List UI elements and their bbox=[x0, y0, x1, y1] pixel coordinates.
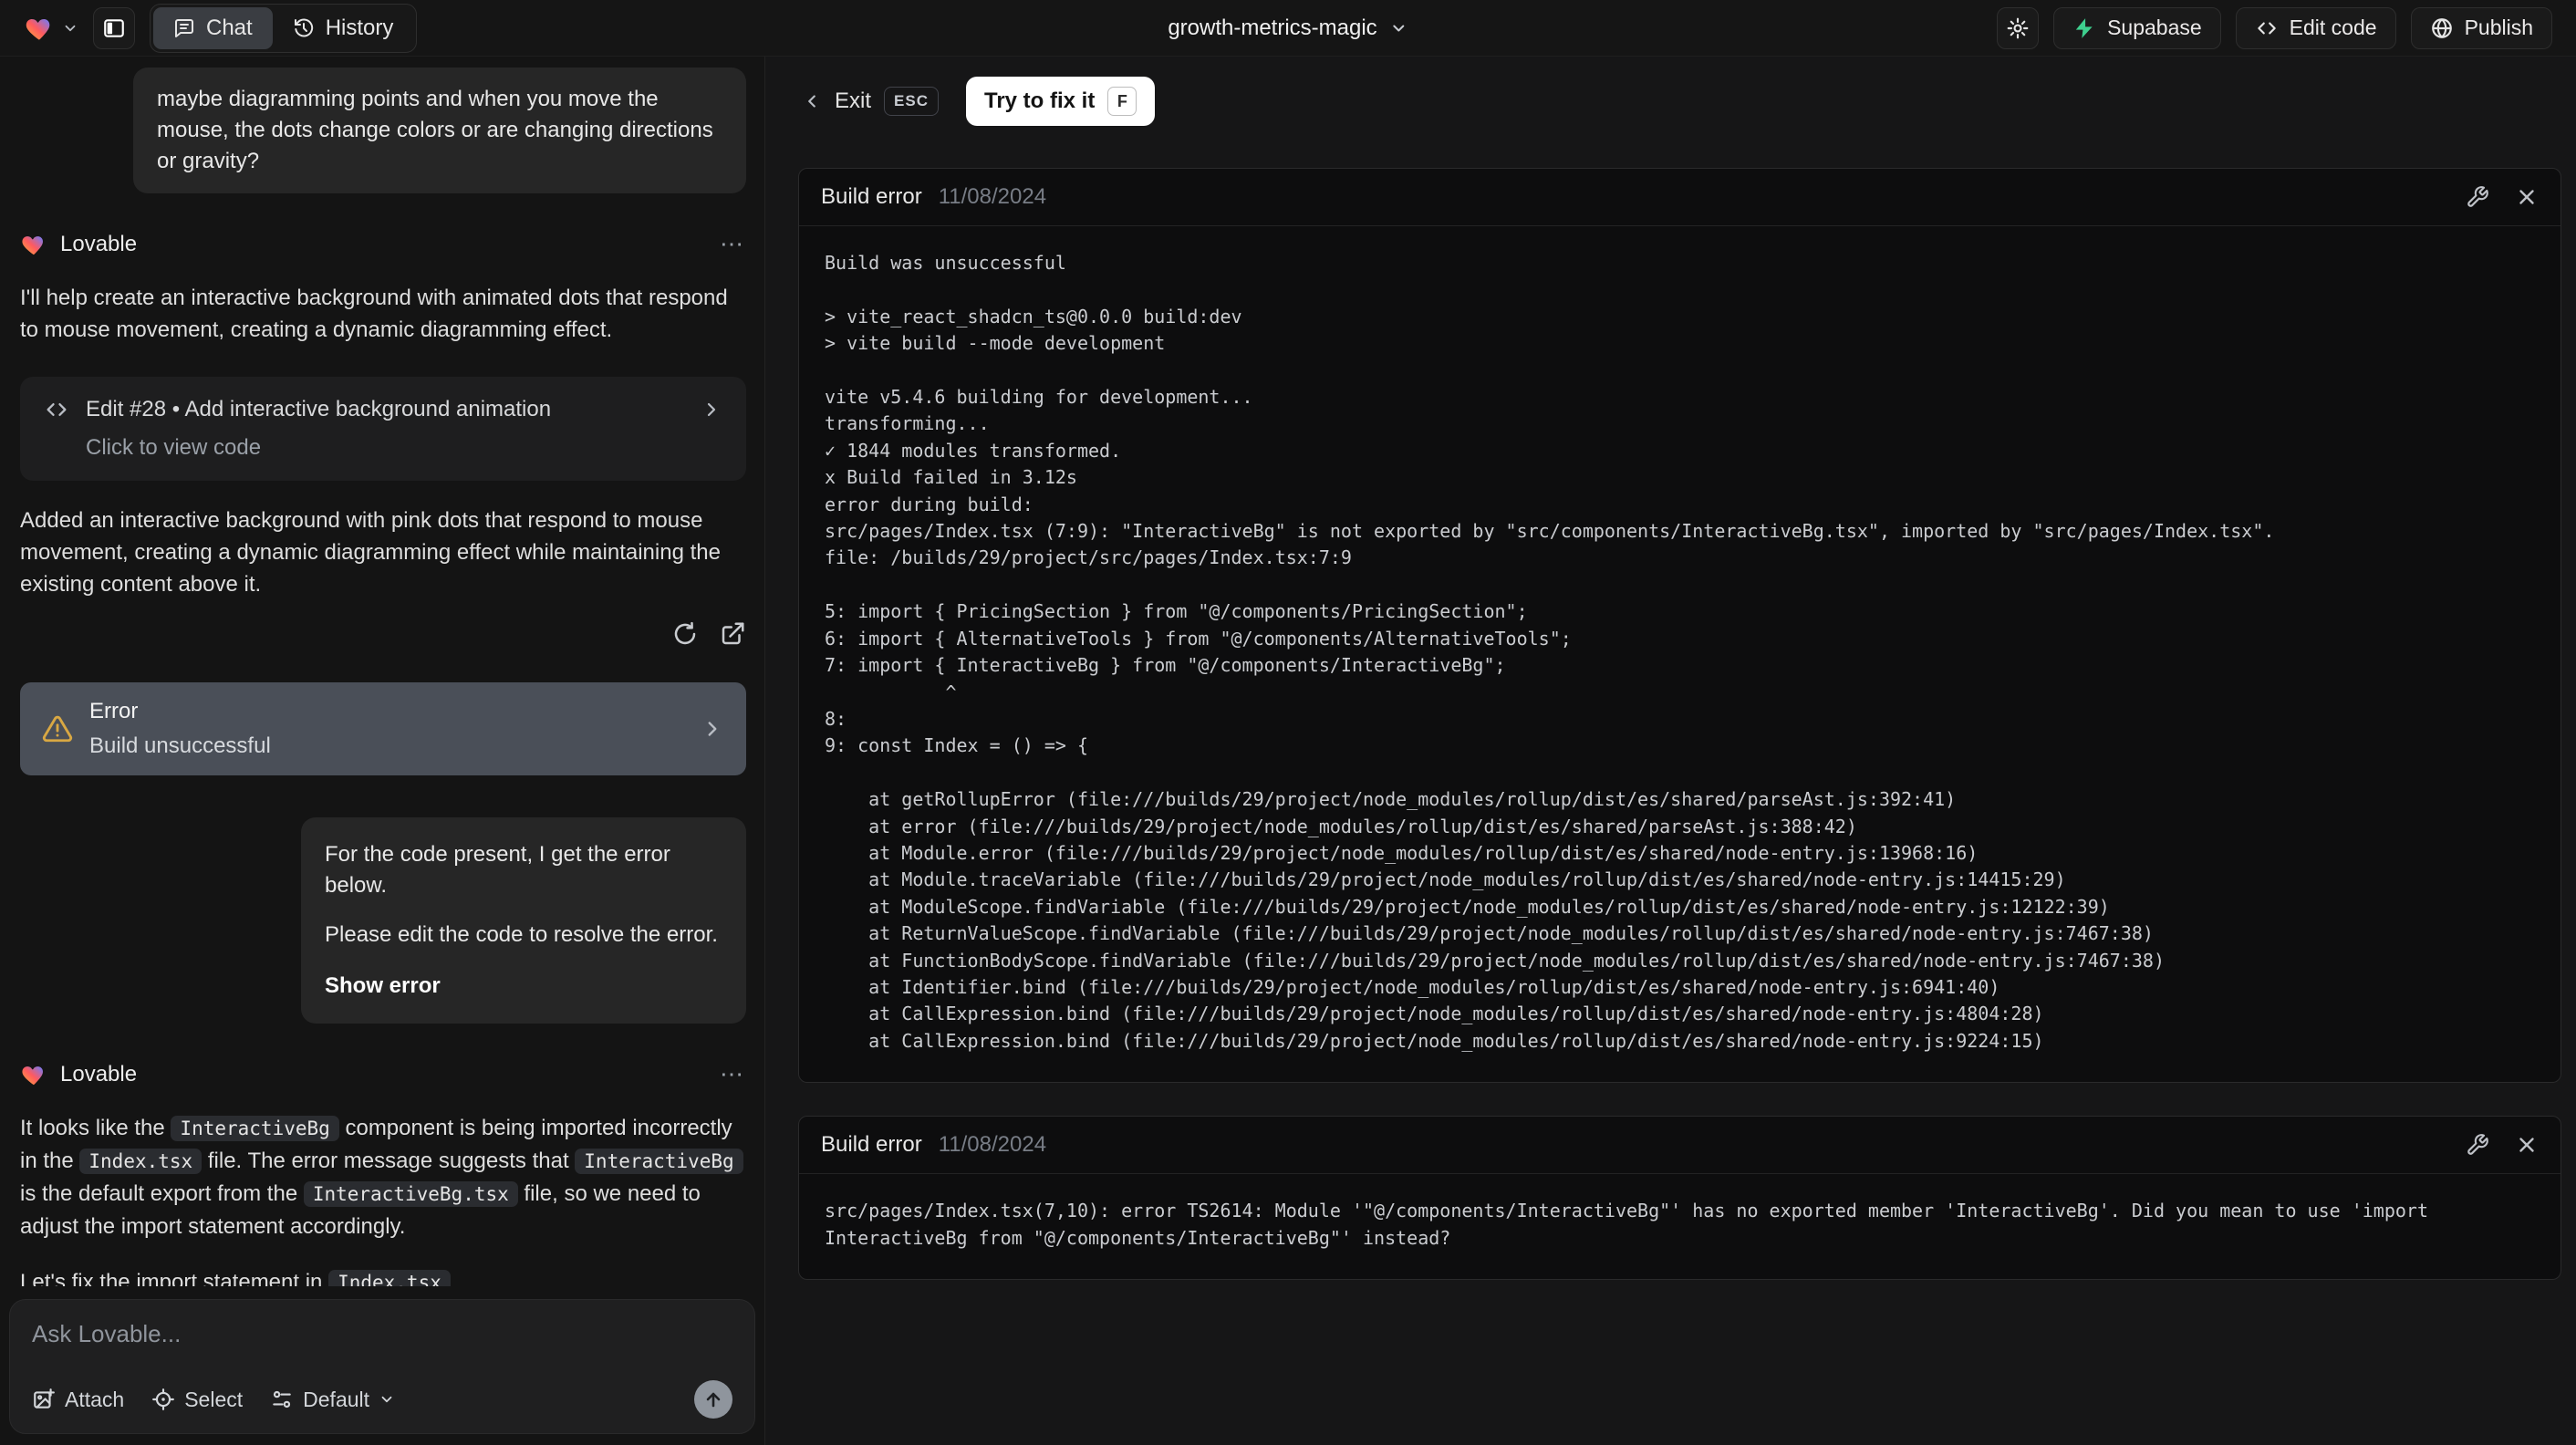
attach-image-icon bbox=[32, 1388, 56, 1411]
esc-key-badge: ESC bbox=[884, 87, 939, 116]
publish-label: Publish bbox=[2464, 16, 2533, 39]
try-to-fix-button[interactable]: Try to fix it F bbox=[965, 77, 1156, 126]
chat-mode-label: Default bbox=[303, 1387, 370, 1411]
topbar: Chat History growth-metrics-magic Supaba… bbox=[0, 0, 2576, 57]
code-brackets-icon bbox=[2255, 16, 2279, 40]
tab-history-label: History bbox=[325, 15, 394, 40]
user-message: maybe diagramming points and when you mo… bbox=[133, 68, 746, 193]
assistant-name: Lovable bbox=[60, 231, 138, 256]
tab-history[interactable]: History bbox=[273, 7, 414, 49]
edit-card-28[interactable]: Edit #28 • Add interactive background an… bbox=[20, 377, 746, 481]
show-error-link[interactable]: Show error bbox=[325, 971, 722, 1002]
chat-scroll-area[interactable]: maybe diagramming points and when you mo… bbox=[0, 57, 764, 1445]
build-log[interactable]: src/pages/Index.tsx(7,10): error TS2614:… bbox=[825, 1198, 2535, 1252]
lovable-heart-icon bbox=[20, 231, 47, 258]
assistant-message-header: Lovable ⋯ bbox=[20, 230, 746, 258]
lovable-heart-icon bbox=[20, 1061, 47, 1088]
supabase-button[interactable]: Supabase bbox=[2053, 6, 2221, 49]
sidebar-toggle-button[interactable] bbox=[93, 6, 135, 49]
assistant-name: Lovable bbox=[60, 1061, 138, 1086]
assistant-message-rich: It looks like the InteractiveBg componen… bbox=[20, 1112, 746, 1242]
exit-label: Exit bbox=[835, 88, 872, 113]
chat-input[interactable]: Ask Lovable... bbox=[32, 1320, 732, 1357]
chevron-left-icon bbox=[802, 91, 822, 111]
project-name: growth-metrics-magic bbox=[1168, 16, 1377, 40]
chat-panel: maybe diagramming points and when you mo… bbox=[0, 57, 764, 1445]
arrow-up-icon bbox=[702, 1388, 724, 1410]
project-switcher[interactable]: growth-metrics-magic bbox=[1168, 0, 1407, 57]
error-review-panel: Exit ESC Try to fix it F Build error 11/… bbox=[764, 57, 2576, 1445]
close-icon[interactable] bbox=[2515, 185, 2539, 209]
composer: Ask Lovable... Attach Select Default bbox=[9, 1299, 755, 1434]
build-error-panel-2: Build error 11/08/2024 src/pages/Index.t… bbox=[798, 1116, 2561, 1280]
tab-chat-label: Chat bbox=[206, 15, 253, 40]
globe-icon bbox=[2430, 16, 2454, 40]
tab-chat[interactable]: Chat bbox=[153, 6, 273, 49]
more-options-icon[interactable]: ⋯ bbox=[720, 1060, 746, 1088]
build-error-title: Build error bbox=[821, 184, 922, 209]
warning-triangle-icon bbox=[42, 713, 73, 744]
chevron-down-icon bbox=[379, 1391, 395, 1408]
logo-chevron-down-icon bbox=[62, 20, 78, 36]
build-error-header: Build error 11/08/2024 bbox=[799, 1117, 2560, 1175]
gear-icon bbox=[2006, 16, 2030, 40]
assistant-message: Added an interactive background with pin… bbox=[20, 508, 721, 597]
build-error-date: 11/08/2024 bbox=[938, 184, 1047, 209]
assistant-message: I'll help create an interactive backgrou… bbox=[20, 286, 728, 342]
send-button[interactable] bbox=[694, 1380, 732, 1419]
open-external-icon[interactable] bbox=[719, 620, 746, 648]
composer-area: Ask Lovable... Attach Select Default bbox=[0, 1286, 764, 1445]
wrench-icon[interactable] bbox=[2466, 1133, 2489, 1157]
settings-button[interactable] bbox=[1997, 6, 2040, 49]
attach-button[interactable]: Attach bbox=[32, 1388, 124, 1412]
message-actions bbox=[20, 620, 746, 648]
build-error-card[interactable]: Error Build unsuccessful bbox=[20, 682, 746, 775]
project-chevron-down-icon bbox=[1390, 19, 1408, 37]
attach-label: Attach bbox=[65, 1387, 125, 1411]
select-target-icon bbox=[151, 1388, 175, 1411]
more-options-icon[interactable]: ⋯ bbox=[720, 230, 746, 258]
chat-history-tab-group: Chat History bbox=[150, 3, 418, 53]
chevron-right-icon bbox=[701, 717, 724, 741]
build-error-panel-1: Build error 11/08/2024 Build was unsucce… bbox=[798, 168, 2561, 1084]
edit-card-title: Edit #28 • Add interactive background an… bbox=[86, 397, 552, 421]
sidebar-panel-icon bbox=[102, 16, 126, 40]
supabase-bolt-icon bbox=[2072, 16, 2096, 40]
wrench-icon[interactable] bbox=[2466, 185, 2489, 209]
assistant-message-header: Lovable ⋯ bbox=[20, 1060, 746, 1088]
chevron-right-icon bbox=[701, 399, 722, 421]
exit-button[interactable]: Exit ESC bbox=[802, 87, 939, 116]
user-message-line: For the code present, I get the error be… bbox=[325, 842, 670, 898]
sliders-icon bbox=[270, 1388, 294, 1411]
build-error-header: Build error 11/08/2024 bbox=[799, 169, 2560, 226]
build-errors-list: Build error 11/08/2024 Build was unsucce… bbox=[765, 144, 2576, 1280]
error-card-title: Error bbox=[89, 699, 139, 723]
supabase-label: Supabase bbox=[2107, 16, 2202, 39]
refresh-icon[interactable] bbox=[671, 620, 699, 648]
user-message: For the code present, I get the error be… bbox=[301, 817, 746, 1024]
chat-mode-dropdown[interactable]: Default bbox=[270, 1388, 395, 1412]
build-error-title: Build error bbox=[821, 1132, 922, 1158]
lovable-heart-icon bbox=[24, 13, 55, 44]
edit-code-label: Edit code bbox=[2289, 16, 2377, 39]
lovable-logo-menu[interactable] bbox=[24, 13, 78, 44]
close-icon[interactable] bbox=[2515, 1133, 2539, 1157]
chat-bubble-icon bbox=[173, 17, 195, 39]
user-message-line: Please edit the code to resolve the erro… bbox=[325, 922, 718, 947]
lovable-app: Chat History growth-metrics-magic Supaba… bbox=[0, 0, 2576, 1445]
edit-code-button[interactable]: Edit code bbox=[2235, 6, 2396, 49]
history-clock-icon bbox=[293, 17, 315, 39]
f-key-badge: F bbox=[1107, 87, 1137, 116]
build-log[interactable]: Build was unsuccessful > vite_react_shad… bbox=[825, 250, 2535, 1055]
select-label: Select bbox=[184, 1387, 244, 1411]
code-brackets-icon bbox=[44, 397, 69, 422]
try-to-fix-label: Try to fix it bbox=[983, 88, 1096, 113]
select-button[interactable]: Select bbox=[151, 1388, 243, 1412]
publish-button[interactable]: Publish bbox=[2410, 6, 2552, 49]
edit-card-subtitle: Click to view code bbox=[86, 435, 262, 460]
fix-bar: Exit ESC Try to fix it F bbox=[765, 57, 2576, 144]
error-card-subtitle: Build unsuccessful bbox=[89, 733, 271, 758]
build-error-date: 11/08/2024 bbox=[938, 1132, 1047, 1158]
